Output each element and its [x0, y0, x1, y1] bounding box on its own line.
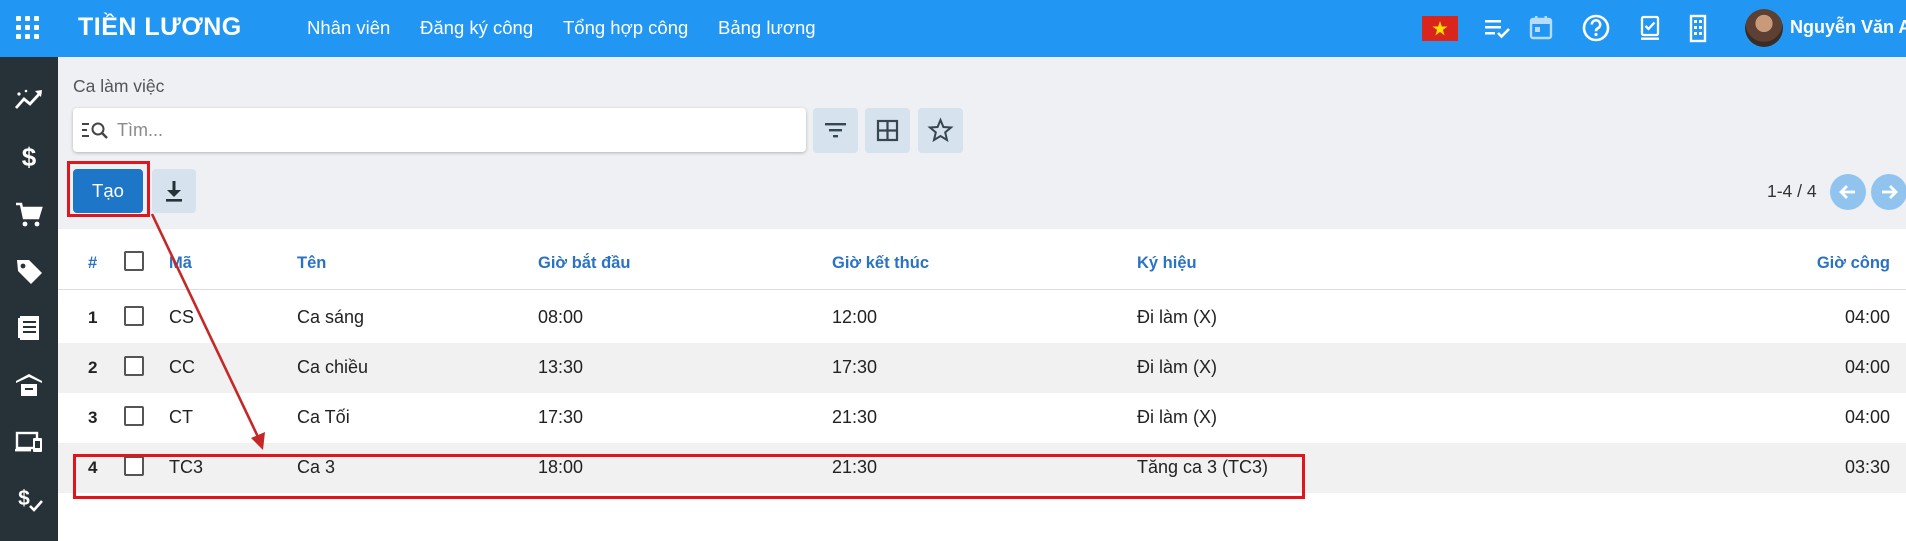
search-bar: [73, 108, 806, 152]
breadcrumb[interactable]: Ca làm việc: [73, 76, 164, 97]
approval-checklist-icon[interactable]: [1633, 11, 1667, 45]
download-icon: [166, 181, 182, 202]
row-start-time: 13:30: [538, 357, 584, 377]
nav-nhan-vien[interactable]: Nhân viên: [307, 17, 390, 39]
arrow-right-icon: [1882, 185, 1898, 199]
create-button-highlight: [67, 161, 150, 217]
column-symbol[interactable]: Ký hiệu: [1137, 254, 1197, 273]
sidebar: $ $: [0, 57, 58, 541]
table-header: # Mã Tên Giờ bắt đầu Giờ kết thúc Ký hiệ…: [58, 235, 1906, 290]
column-index: #: [88, 254, 98, 272]
table-row[interactable]: 2 CC Ca chiều 13:30 17:30 Đi làm (X) 04:…: [58, 343, 1906, 393]
row-code: CS: [169, 307, 195, 327]
row-symbol: Đi làm (X): [1137, 307, 1217, 327]
row-work-hours: 04:00: [1844, 307, 1890, 327]
favorites-button[interactable]: [918, 108, 963, 153]
trending-chart-icon[interactable]: [13, 84, 45, 116]
row-checkbox[interactable]: [124, 406, 144, 426]
row-code: CT: [169, 407, 193, 427]
row-name: Ca Tối: [297, 407, 350, 427]
devices-icon[interactable]: [13, 426, 45, 458]
row-name: Ca chiều: [297, 357, 369, 377]
app-title: TIỀN LƯƠNG: [78, 13, 242, 41]
column-start-time[interactable]: Giờ bắt đầu: [538, 254, 630, 273]
filter-icon: [825, 123, 846, 138]
row-checkbox[interactable]: [124, 306, 144, 326]
grid-icon: [876, 119, 899, 142]
group-by-button[interactable]: [865, 108, 910, 153]
nav-tong-hop-cong[interactable]: Tổng hợp công: [563, 17, 688, 39]
nav-dang-ky-cong[interactable]: Đăng ký công: [420, 17, 533, 39]
row-end-time: 21:30: [832, 407, 878, 427]
row-end-time: 17:30: [832, 357, 878, 377]
select-all-checkbox[interactable]: [124, 251, 144, 271]
row-work-hours: 03:30: [1844, 457, 1890, 477]
row-code: CC: [169, 357, 195, 377]
arrow-left-icon: [1839, 185, 1855, 199]
svg-text:$: $: [18, 487, 30, 510]
row-index: 2: [88, 358, 98, 377]
row-start-time: 17:30: [538, 407, 584, 427]
search-input[interactable]: [117, 115, 787, 145]
row-symbol: Đi làm (X): [1137, 357, 1217, 377]
row-index: 3: [88, 408, 98, 427]
ledger-book-icon[interactable]: [13, 312, 45, 344]
pager-value[interactable]: 1-4 / 4: [1767, 181, 1817, 202]
row-checkbox[interactable]: [124, 356, 144, 376]
apps-grid-icon[interactable]: [16, 16, 40, 40]
row-start-time: 08:00: [538, 307, 584, 327]
calendar-icon[interactable]: [1524, 11, 1558, 45]
star-icon: [927, 117, 954, 143]
pager-next-button[interactable]: [1871, 174, 1906, 210]
column-end-time[interactable]: Giờ kết thúc: [832, 254, 929, 273]
column-name[interactable]: Tên: [297, 254, 326, 273]
user-avatar[interactable]: [1745, 9, 1783, 47]
filter-button[interactable]: [813, 108, 858, 153]
company-building-icon[interactable]: [1681, 11, 1715, 45]
row-symbol: Đi làm (X): [1137, 407, 1217, 427]
row-work-hours: 04:00: [1844, 357, 1890, 377]
nav-bang-luong[interactable]: Bảng lương: [718, 17, 816, 39]
download-button[interactable]: [152, 169, 196, 213]
column-code[interactable]: Mã: [169, 254, 192, 273]
top-navbar: TIỀN LƯƠNG Nhân viên Đăng ký công Tổng h…: [0, 0, 1906, 57]
row-name: Ca sáng: [297, 307, 365, 327]
svg-text:$: $: [22, 142, 37, 172]
table-row[interactable]: 3 CT Ca Tối 17:30 21:30 Đi làm (X) 04:00: [58, 393, 1906, 443]
row-work-hours: 04:00: [1844, 407, 1890, 427]
help-icon[interactable]: [1579, 11, 1613, 45]
payment-check-icon[interactable]: $: [13, 483, 45, 515]
table-row[interactable]: 1 CS Ca sáng 08:00 12:00 Đi làm (X) 04:0…: [58, 293, 1906, 343]
pager-previous-button[interactable]: [1830, 174, 1866, 210]
row-index: 1: [88, 308, 98, 327]
tag-icon[interactable]: [13, 255, 45, 287]
shopping-cart-icon[interactable]: [13, 198, 45, 230]
vietnam-flag-icon[interactable]: [1422, 16, 1458, 41]
row-end-time: 12:00: [832, 307, 878, 327]
column-work-hours[interactable]: Giờ công: [1817, 254, 1890, 273]
dollar-icon[interactable]: $: [13, 141, 45, 173]
task-list-icon[interactable]: [1480, 11, 1514, 45]
user-name[interactable]: Nguyễn Văn A: [1790, 17, 1906, 38]
search-icon: [81, 118, 109, 142]
warehouse-boxes-icon[interactable]: [13, 369, 45, 401]
new-row-highlight: [73, 454, 1305, 499]
